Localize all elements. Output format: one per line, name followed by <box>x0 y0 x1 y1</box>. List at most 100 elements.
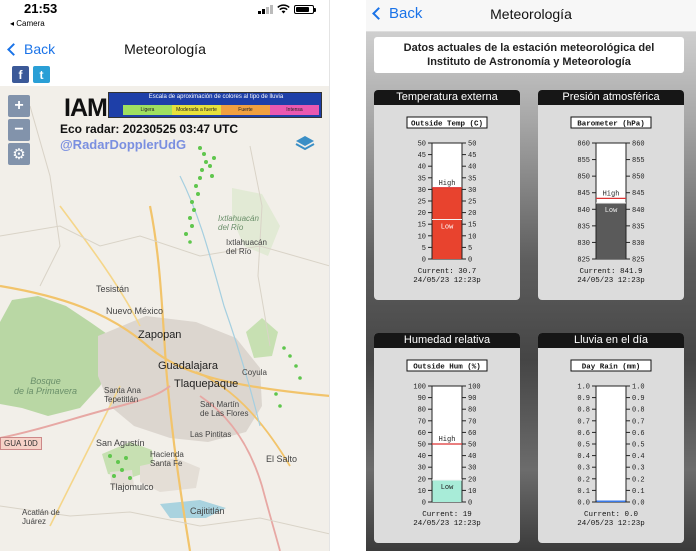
tick-label-left: 10 <box>418 488 426 496</box>
tick-label-right: 50 <box>468 141 476 149</box>
tick-label-right: 845 <box>632 190 645 198</box>
tick-label-left: 60 <box>418 430 426 438</box>
tick-label-right: 15 <box>468 222 476 230</box>
tick-label-right: 0.0 <box>632 500 645 508</box>
tick-label-left: 840 <box>577 207 590 215</box>
gauge-chart: Barometer (hPa) 860 860 855 855 850 850 845 845 8… <box>570 116 652 285</box>
tick-label-right: 40 <box>468 453 476 461</box>
low-label: Low <box>605 207 618 215</box>
gauge-chart: Day Rain (mm) 1.0 1.0 0.9 0.9 0.8 0.8 0.7 0.7 0.6… <box>570 359 652 528</box>
place-zapopan: Zapopan <box>138 329 182 341</box>
screenshot-stage: 21:53 ◂ Camera Back Meteorología f t Ixt… <box>0 0 696 551</box>
status-icons <box>258 4 316 14</box>
tick-label-right: 0.6 <box>632 430 645 438</box>
panel-title: Humedad relativa <box>374 333 520 348</box>
radar-handle: @RadarDopplerUdG <box>60 137 187 152</box>
low-label: Low <box>441 224 454 232</box>
wifi-icon <box>277 4 290 14</box>
back-to-app-link[interactable]: ◂ Camera <box>10 19 45 28</box>
gauge-chart: Outside Hum (%)100 10090 9080 8070 7060 6050 5… <box>406 359 488 528</box>
legend-segment: Moderada a fuerte <box>172 105 221 115</box>
place-nuevo-mexico: Nuevo México <box>106 306 164 316</box>
tick-label-right: 0.7 <box>632 418 645 426</box>
tick-label-right: 10 <box>468 488 476 496</box>
tick-label-right: 35 <box>468 175 476 183</box>
tick-label-left: 0.5 <box>577 442 590 450</box>
tick-label-left: 40 <box>418 453 426 461</box>
reading-date: 24/05/23 12:23p <box>577 277 645 285</box>
tick-label-right: 20 <box>468 210 476 218</box>
status-time: 21:53 <box>24 1 58 16</box>
tick-label-left: 90 <box>418 395 426 403</box>
place-cajititlan: Cajititlán <box>190 506 225 516</box>
tick-label-left: 0 <box>422 257 426 265</box>
tick-label-right: 5 <box>468 245 472 253</box>
twitter-icon[interactable]: t <box>33 66 50 83</box>
tick-label-left: 0.2 <box>577 476 590 484</box>
tick-label-right: 10 <box>468 233 476 241</box>
rain-color-legend: Escala de aproximación de colores al tip… <box>108 92 322 118</box>
tick-label-left: 40 <box>418 164 426 172</box>
signal-icon <box>258 4 273 14</box>
gauge-title: Outside Hum (%) <box>413 364 481 372</box>
nav-bar: Back Meteorología <box>366 0 696 32</box>
layers-icon[interactable] <box>294 132 316 154</box>
tick-label-right: 0 <box>468 500 472 508</box>
place-ixtlahuacan-italic: Ixtlahuacán del Río <box>218 214 259 232</box>
place-bosque-primavera: Bosque de la Primavera <box>14 376 78 396</box>
high-label: High <box>439 436 456 444</box>
place-tlajomulco: Tlajomulco <box>110 482 154 492</box>
tick-label-left: 50 <box>418 141 426 149</box>
low-label: Low <box>441 484 454 492</box>
tick-label-left: 10 <box>418 233 426 241</box>
gauge-title: Day Rain (mm) <box>582 364 641 372</box>
panel-title: Presión atmosférica <box>538 90 684 105</box>
gauge-tube <box>595 385 627 503</box>
gauge-title: Barometer (hPa) <box>577 121 645 129</box>
tick-label-right: 45 <box>468 152 476 160</box>
current-value: Current: 30.7 <box>418 268 477 276</box>
panel-title: Lluvia en el día <box>538 333 684 348</box>
tick-label-right: 835 <box>632 223 645 231</box>
tick-label-left: 0.9 <box>577 395 590 403</box>
panel-pressure: Presión atmosférica Barometer (hPa) 860 86… <box>538 90 684 300</box>
tick-label-left: 835 <box>577 223 590 231</box>
zoom-in-button[interactable]: + <box>8 95 30 117</box>
tick-label-left: 1.0 <box>577 384 590 392</box>
tick-label-left: 0.0 <box>577 500 590 508</box>
tick-label-left: 0.1 <box>577 488 590 496</box>
reading-date: 24/05/23 12:23p <box>413 277 481 285</box>
panel-temperature: Temperatura externa Outside Temp (C) 50 50… <box>374 90 520 300</box>
tick-label-left: 860 <box>577 141 590 149</box>
tick-label-right: 100 <box>468 384 481 392</box>
place-coyula: Coyula <box>242 368 267 377</box>
place-hacienda-santa-fe: Hacienda Santa Fe <box>150 450 184 468</box>
facebook-icon[interactable]: f <box>12 66 29 83</box>
legend-segment: Ligera <box>123 105 172 115</box>
reading-date: 24/05/23 12:23p <box>577 520 645 528</box>
tick-label-right: 25 <box>468 199 476 207</box>
tick-label-left: 100 <box>413 384 426 392</box>
tick-label-right: 860 <box>632 141 645 149</box>
zoom-out-button[interactable]: − <box>8 119 30 141</box>
place-santa-ana: Santa Ana Tepetitlán <box>104 386 141 404</box>
settings-button[interactable]: ⚙ <box>8 143 30 165</box>
legend-title: Escala de aproximación de colores al tip… <box>148 94 284 100</box>
tick-label-left: 30 <box>418 465 426 473</box>
reading-date: 24/05/23 12:23p <box>413 520 481 528</box>
panel-title: Temperatura externa <box>374 90 520 105</box>
place-acatlan: Acatlán de Juárez <box>22 508 60 526</box>
tick-label-left: 855 <box>577 157 590 165</box>
place-tesistan: Tesistán <box>96 284 130 294</box>
tick-label-right: 830 <box>632 240 645 248</box>
tick-label-right: 840 <box>632 207 645 215</box>
tick-label-left: 0.8 <box>577 407 590 415</box>
tick-label-left: 0 <box>422 500 426 508</box>
radar-map[interactable]: Ixtlahuacán del Río Ixtlahuacán del Río … <box>0 86 329 551</box>
place-tlaquepaque: Tlaquepaque <box>174 378 239 390</box>
tick-label-left: 70 <box>418 418 426 426</box>
social-links: f t <box>12 66 50 83</box>
nav-bar: Back Meteorología <box>0 34 329 66</box>
place-las-pintitas: Las Pintitas <box>190 430 232 439</box>
gauge-fill <box>596 500 626 502</box>
